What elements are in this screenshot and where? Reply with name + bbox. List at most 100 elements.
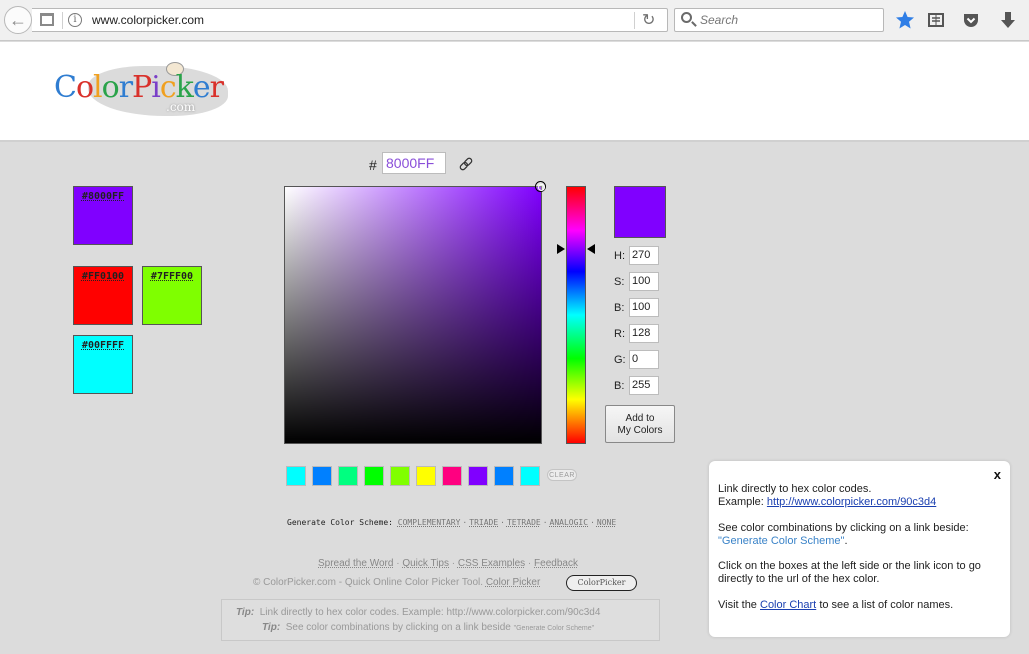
divider	[62, 12, 63, 29]
saturation-brightness-box[interactable]	[284, 186, 542, 444]
tip-line: Tip: See color combinations by clicking …	[262, 622, 594, 633]
example-url-link[interactable]: http://www.colorpicker.com/90c3d4	[767, 496, 936, 508]
history-swatch[interactable]	[416, 466, 436, 486]
scheme-label: Generate Color Scheme:	[287, 518, 393, 527]
address-bar[interactable]: i www.colorpicker.com ↻	[32, 8, 668, 32]
css-examples-link[interactable]: CSS Examples	[458, 558, 525, 569]
blue-input[interactable]: 255	[629, 376, 659, 395]
history-swatch[interactable]	[520, 466, 540, 486]
saved-color-swatch[interactable]: #00FFFF	[73, 335, 133, 394]
color-chart-link[interactable]: Color Chart	[760, 599, 816, 611]
history-swatch[interactable]	[286, 466, 306, 486]
search-icon	[681, 12, 692, 23]
tip-scheme-text: "Generate Color Scheme"	[513, 625, 595, 632]
saturation-input[interactable]: 100	[629, 272, 659, 291]
history-swatch[interactable]	[494, 466, 514, 486]
history-swatch[interactable]	[390, 466, 410, 486]
browser-toolbar: ← i www.colorpicker.com ↻ Search	[0, 0, 1029, 41]
green-input[interactable]: 0	[629, 350, 659, 369]
link-icon[interactable]	[458, 156, 474, 172]
url-text[interactable]: www.colorpicker.com	[92, 13, 204, 27]
history-swatch[interactable]	[468, 466, 488, 486]
tip-line: Tip: Link directly to hex color codes. E…	[236, 607, 600, 618]
history-swatch[interactable]	[312, 466, 332, 486]
popup-paragraph: See color combinations by clicking on a …	[718, 522, 969, 547]
generate-color-scheme-link[interactable]: "Generate Color Scheme"	[718, 535, 844, 547]
color-picker-link[interactable]: Color Picker	[486, 577, 540, 588]
colorpicker-logo[interactable]: ColorPicker .com	[50, 60, 230, 120]
tips-box: Tip: Link directly to hex color codes. E…	[221, 599, 660, 641]
saved-color-label[interactable]: #00FFFF	[74, 340, 132, 351]
logo-letter: l	[93, 70, 103, 105]
logo-letter: C	[54, 70, 77, 105]
saved-color-swatch[interactable]: #8000FF	[73, 186, 133, 245]
saved-color-label[interactable]: #7FFF00	[143, 271, 201, 282]
hue-marker-right-icon[interactable]	[587, 244, 595, 254]
reload-icon[interactable]: ↻	[642, 10, 655, 30]
back-arrow-icon[interactable]: ←	[4, 6, 32, 34]
logo-letter: r	[209, 70, 224, 105]
search-placeholder: Search	[700, 13, 739, 27]
hue-input[interactable]: 270	[629, 246, 659, 265]
saved-color-label[interactable]: #FF0100	[74, 271, 132, 282]
popup-text: Visit the	[718, 599, 757, 611]
sv-cursor-handle[interactable]	[535, 181, 546, 192]
bookmark-star-icon[interactable]	[894, 9, 916, 31]
logo-letter: o	[75, 70, 94, 105]
tiles-icon[interactable]	[40, 13, 54, 26]
logo-letter: r	[118, 70, 133, 105]
saved-color-swatch[interactable]: #7FFF00	[142, 266, 202, 325]
info-icon[interactable]: i	[68, 13, 82, 27]
logo-letter: e	[192, 70, 211, 105]
copyright-text: © ColorPicker.com - Quick Online Color P…	[253, 577, 484, 588]
popup-text: See color combinations by clicking on a …	[718, 522, 969, 534]
red-input[interactable]: 128	[629, 324, 659, 343]
history-swatch[interactable]	[338, 466, 358, 486]
brightness-label: B:	[614, 302, 625, 314]
scheme-complementary-link[interactable]: COMPLEMENTARY	[398, 518, 461, 527]
info-popup: x Link directly to hex color codes. Exam…	[709, 461, 1010, 637]
tip-text: Link directly to hex color codes. Exampl…	[259, 607, 601, 618]
logo-letter: i	[151, 70, 161, 105]
color-scheme-bar: Generate Color Scheme: COMPLEMENTARY · TRI…	[287, 518, 617, 527]
history-swatch[interactable]	[364, 466, 384, 486]
popup-paragraph: Visit the Color Chart to see a list of c…	[718, 599, 998, 612]
green-label: G:	[614, 354, 626, 366]
popup-paragraph: Link directly to hex color codes. Exampl…	[718, 483, 998, 509]
brightness-input[interactable]: 100	[629, 298, 659, 317]
tip-label: Tip:	[262, 622, 281, 633]
hex-input[interactable]: 8000FF	[382, 152, 446, 174]
hue-slider[interactable]	[566, 186, 586, 444]
add-button-line1: Add to	[625, 413, 655, 424]
popup-text: Example:	[718, 496, 764, 508]
popup-text: to see a list of color names.	[819, 599, 954, 611]
pocket-icon[interactable]	[960, 9, 982, 31]
scheme-tetrade-link[interactable]: TETRADE	[507, 518, 541, 527]
scheme-none-link[interactable]: NONE	[597, 518, 616, 527]
blue-label: B:	[614, 380, 625, 392]
spread-the-word-link[interactable]: Spread the Word	[318, 558, 393, 569]
footer-links: Spread the Word · Quick Tips · CSS Examp…	[318, 558, 578, 569]
hue-marker-left-icon[interactable]	[557, 244, 565, 254]
tip-label: Tip:	[236, 607, 255, 618]
download-icon[interactable]	[997, 9, 1019, 31]
logo-dotcom: .com	[166, 100, 196, 114]
reading-list-icon[interactable]	[925, 9, 947, 31]
scheme-triade-link[interactable]: TRIADE	[469, 518, 498, 527]
clear-history-button[interactable]: CLEAR	[547, 469, 577, 481]
colorpicker-badge[interactable]: ColorPicker	[566, 575, 637, 591]
feedback-link[interactable]: Feedback	[534, 558, 578, 569]
saved-color-swatch[interactable]: #FF0100	[73, 266, 133, 325]
search-input[interactable]: Search	[674, 8, 884, 32]
add-button-line2: My Colors	[617, 425, 663, 436]
quick-tips-link[interactable]: Quick Tips	[402, 558, 449, 569]
add-to-my-colors-button[interactable]: Add to My Colors	[605, 405, 675, 443]
scheme-analogic-link[interactable]: ANALOGIC	[550, 518, 589, 527]
logo-wordmark: ColorPicker	[54, 70, 224, 105]
red-label: R:	[614, 328, 625, 340]
logo-letter: o	[101, 70, 120, 105]
logo-letter: P	[132, 70, 152, 105]
history-swatch[interactable]	[442, 466, 462, 486]
close-icon[interactable]: x	[994, 467, 1001, 482]
saved-color-label[interactable]: #8000FF	[74, 191, 132, 202]
